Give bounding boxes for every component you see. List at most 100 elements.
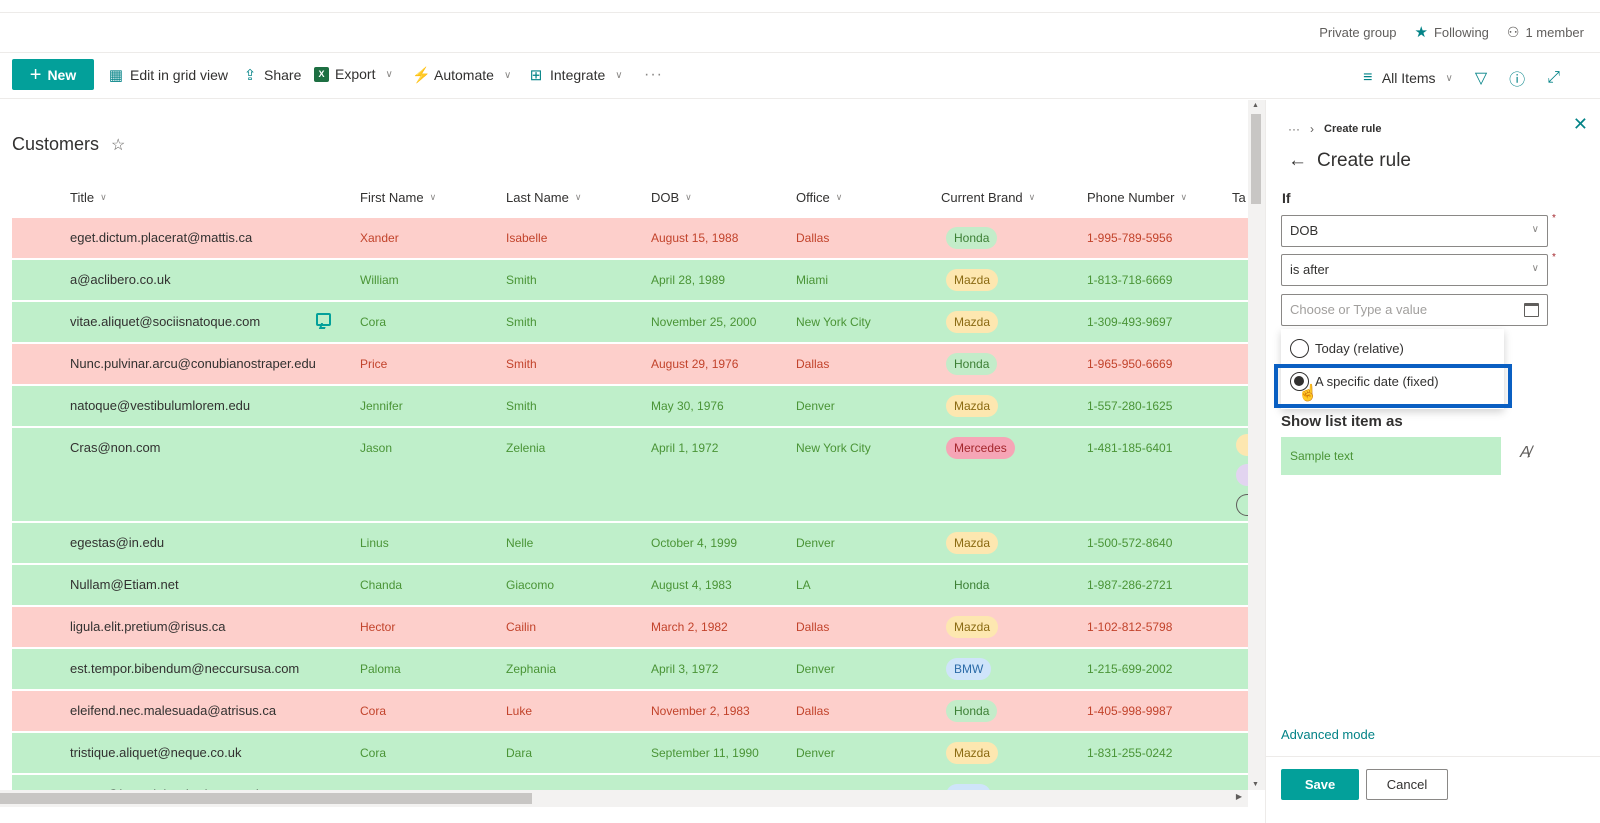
office-cell: Denver bbox=[796, 662, 835, 676]
first-cell: Hector bbox=[360, 620, 396, 634]
table-row[interactable]: Nullam@Etiam.net Chanda Giacomo August 4, 1… bbox=[12, 565, 1248, 605]
title-cell[interactable]: ligula.elit.pretium@risus.ca bbox=[70, 619, 226, 634]
operator-select[interactable]: is after ∨ bbox=[1281, 254, 1548, 286]
more-button[interactable]: ··· bbox=[644, 66, 663, 84]
privacy-label: Private group bbox=[1319, 24, 1397, 40]
scroll-down-icon[interactable]: ▼ bbox=[1252, 781, 1259, 788]
table-row[interactable]: est.tempor.bibendum@neccursusa.com Paloma… bbox=[12, 649, 1248, 689]
option-today-relative[interactable]: Today (relative) bbox=[1290, 339, 1404, 358]
favorite-star-icon[interactable]: ☆ bbox=[111, 135, 125, 155]
column-header[interactable]: Current Brand ∨ bbox=[941, 190, 1035, 205]
share-button[interactable]: ⇪ Share bbox=[242, 66, 302, 84]
title-cell[interactable]: Nunc.pulvinar.arcu@conubianostraper.edu bbox=[70, 356, 316, 371]
expand-icon[interactable]: ⤢ bbox=[1547, 69, 1560, 87]
following-label: Following bbox=[1433, 24, 1489, 40]
table-row[interactable]: Nunc.pulvinar.arcu@conubianostraper.edu P… bbox=[12, 344, 1248, 384]
edit-grid-button[interactable]: ▦ Edit in grid view bbox=[108, 66, 228, 84]
scrollbar-thumb[interactable] bbox=[0, 793, 532, 804]
grid-icon: ▦ bbox=[108, 67, 124, 84]
phone-cell: 1-831-255-0242 bbox=[1087, 746, 1173, 760]
last-cell: Isabelle bbox=[506, 231, 548, 245]
column-header[interactable]: Title ∨ bbox=[70, 190, 107, 205]
table-row[interactable]: eleifend.nec.malesuada@atrisus.ca Cora Luk… bbox=[12, 691, 1248, 731]
column-select[interactable]: DOB ∨ bbox=[1281, 215, 1548, 247]
column-header[interactable]: Last Name ∨ bbox=[506, 190, 581, 205]
title-cell[interactable]: tristique.aliquet@neque.co.uk bbox=[70, 745, 241, 760]
filter-icon[interactable]: ▽ bbox=[1475, 68, 1487, 88]
office-cell: Denver bbox=[796, 399, 835, 413]
column-header-label: Ta bbox=[1232, 190, 1246, 205]
dob-cell: April 28, 1989 bbox=[651, 273, 726, 287]
share-label: Share bbox=[264, 67, 302, 83]
office-cell: Denver bbox=[796, 746, 835, 760]
phone-cell: 1-995-789-5956 bbox=[1087, 231, 1173, 245]
column-select-value: DOB bbox=[1290, 223, 1319, 238]
table-row[interactable]: eget.dictum.placerat@mattis.ca Xander Isab… bbox=[12, 218, 1248, 258]
list-title: Customers ☆ bbox=[12, 134, 125, 155]
phone-cell: 1-965-950-6669 bbox=[1087, 357, 1173, 371]
table-row[interactable]: egestas@in.edu Linus Nelle October 4, 1999 D… bbox=[12, 523, 1248, 563]
integrate-button[interactable]: ⊞ Integrate ∨ bbox=[528, 66, 623, 84]
first-cell: Cora bbox=[360, 746, 387, 760]
title-cell[interactable]: Cras@non.com bbox=[70, 440, 161, 455]
format-edit-icon[interactable]: A̸ bbox=[1520, 444, 1531, 462]
title-cell[interactable]: Nullam@Etiam.net bbox=[70, 577, 179, 592]
table-row[interactable]: tristique.aliquet@neque.co.uk Cora Dara Sep… bbox=[12, 733, 1248, 773]
share-icon: ⇪ bbox=[243, 67, 257, 84]
column-header[interactable]: DOB ∨ bbox=[651, 190, 692, 205]
last-cell: Cailin bbox=[506, 620, 537, 634]
close-icon[interactable]: ✕ bbox=[1573, 114, 1588, 135]
members-label: 1 member bbox=[1525, 24, 1584, 40]
back-arrow-icon[interactable]: ← bbox=[1288, 150, 1307, 172]
column-header[interactable]: Office ∨ bbox=[796, 190, 842, 205]
view-selector[interactable]: ≡ All Items ∨ bbox=[1360, 69, 1453, 87]
new-button[interactable]: + New bbox=[12, 59, 94, 90]
tag-pill bbox=[1236, 434, 1248, 456]
column-header[interactable]: First Name ∨ bbox=[360, 190, 436, 205]
dob-cell: August 15, 1988 bbox=[651, 231, 739, 245]
title-cell[interactable]: eleifend.nec.malesuada@atrisus.ca bbox=[70, 703, 276, 718]
breadcrumb-more[interactable]: ··· bbox=[1288, 122, 1300, 136]
automate-button[interactable]: ⚡ Automate ∨ bbox=[412, 66, 511, 84]
chevron-down-icon: ∨ bbox=[615, 69, 623, 81]
add-tag-icon[interactable] bbox=[1236, 494, 1248, 516]
table-row[interactable]: vitae.aliquet@sociisnatoque.com Cora Smith… bbox=[12, 302, 1248, 342]
info-icon[interactable]: ⓘ bbox=[1509, 66, 1525, 90]
scroll-right-icon[interactable]: ▶ bbox=[1236, 792, 1242, 801]
table-row[interactable]: augue@luctuslobortisClass.co.ukCoraBloss… bbox=[12, 775, 1248, 790]
export-button[interactable]: X Export ∨ bbox=[314, 66, 393, 82]
radio-icon[interactable] bbox=[1290, 339, 1309, 358]
table-row[interactable]: a@aclibero.co.uk William Smith April 28, 19… bbox=[12, 260, 1248, 300]
office-cell: New York City bbox=[796, 315, 871, 329]
title-cell[interactable]: a@aclibero.co.uk bbox=[70, 272, 171, 287]
table-row[interactable]: Cras@non.com Jason Zelenia April 1, 1972 New… bbox=[12, 428, 1248, 521]
cancel-button[interactable]: Cancel bbox=[1366, 769, 1448, 800]
column-header[interactable]: Phone Number ∨ bbox=[1087, 190, 1187, 205]
scrollbar-thumb[interactable] bbox=[1251, 114, 1261, 204]
horizontal-scrollbar[interactable]: ▶ bbox=[0, 790, 1248, 807]
title-cell[interactable]: eget.dictum.placerat@mattis.ca bbox=[70, 230, 252, 245]
phone-cell: 1-481-185-6401 bbox=[1087, 441, 1173, 455]
integrate-label: Integrate bbox=[550, 67, 606, 83]
chevron-down-icon: ∨ bbox=[503, 69, 512, 81]
column-header[interactable]: Ta bbox=[1232, 190, 1246, 205]
vertical-scrollbar[interactable]: ▲ ▼ bbox=[1248, 100, 1265, 790]
title-cell[interactable]: est.tempor.bibendum@neccursusa.com bbox=[70, 661, 299, 676]
title-cell[interactable]: vitae.aliquet@sociisnatoque.com bbox=[70, 314, 260, 329]
scroll-up-icon[interactable]: ▲ bbox=[1252, 102, 1259, 109]
members-button[interactable]: ⚇ 1 member bbox=[1507, 24, 1584, 41]
table-row[interactable]: natoque@vestibulumlorem.edu Jennifer Smith… bbox=[12, 386, 1248, 426]
comment-icon[interactable] bbox=[316, 313, 331, 326]
title-cell[interactable]: egestas@in.edu bbox=[70, 535, 164, 550]
table-row[interactable]: ligula.elit.pretium@risus.ca Hector Cailin… bbox=[12, 607, 1248, 647]
calendar-icon[interactable] bbox=[1524, 303, 1539, 317]
save-button[interactable]: Save bbox=[1281, 769, 1359, 800]
title-cell[interactable]: natoque@vestibulumlorem.edu bbox=[70, 398, 250, 413]
chevron-down-icon: ∨ bbox=[1180, 192, 1188, 202]
office-cell: Dallas bbox=[796, 620, 830, 634]
value-input[interactable]: Choose or Type a value bbox=[1281, 294, 1548, 326]
following-button[interactable]: ★ Following bbox=[1415, 23, 1489, 41]
first-cell: Jennifer bbox=[360, 399, 403, 413]
advanced-mode-link[interactable]: Advanced mode bbox=[1281, 727, 1375, 742]
last-cell: Zephania bbox=[506, 662, 557, 676]
